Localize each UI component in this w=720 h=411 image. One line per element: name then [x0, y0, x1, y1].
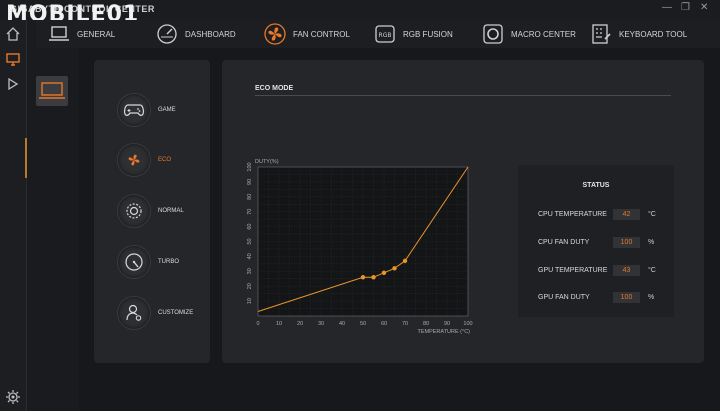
tab-dashboard[interactable]: DASHBOARD [156, 20, 236, 48]
x-tick-label: 0 [256, 321, 259, 327]
mode-panel: GAME ECO NORMAL TURBO CUSTOMIZE [94, 60, 210, 363]
normal-icon [126, 203, 142, 219]
curve-point[interactable] [402, 258, 408, 264]
device-column [27, 20, 79, 411]
y-tick-label: 40 [247, 253, 253, 259]
status-unit: °C [648, 267, 656, 274]
mode-customize[interactable]: CUSTOMIZE [118, 297, 193, 329]
macro-icon [483, 24, 503, 44]
tab-rgb-fusion[interactable]: RGB RGB FUSION [374, 20, 453, 48]
curve-point[interactable] [371, 275, 376, 280]
x-tick-label: 80 [423, 321, 429, 327]
y-tick-label: 70 [247, 209, 253, 215]
gamepad-icon [124, 104, 144, 116]
x-tick-label: 100 [463, 321, 472, 327]
speedometer-icon [125, 253, 143, 271]
device-tile[interactable] [36, 76, 68, 106]
x-tick-label: 90 [444, 321, 450, 327]
y-tick-label: 10 [247, 298, 253, 304]
mode-button[interactable] [118, 94, 150, 126]
mode-button[interactable] [118, 195, 150, 227]
fan-icon [128, 154, 140, 166]
mode-label: TURBO [158, 259, 179, 265]
tab-label: GENERAL [77, 29, 116, 39]
mode-button[interactable] [118, 246, 150, 278]
x-tick-label: 70 [402, 321, 408, 327]
x-tick-label: 40 [339, 321, 345, 327]
mode-button[interactable] [118, 297, 150, 329]
svg-text:RGB: RGB [379, 32, 392, 39]
gauge-icon [157, 24, 177, 44]
status-label: GPU FAN DUTY [538, 294, 590, 301]
mode-title: ECO MODE [255, 85, 294, 92]
restore-icon[interactable]: ❐ [681, 2, 690, 13]
fan-curve-chart[interactable]: 0 10 20 30 40 50 60 70 80 90 100 10 20 30 40 50 60 70 80 90… [240, 150, 480, 340]
status-label: CPU FAN DUTY [538, 239, 590, 246]
status-value: 42 [613, 209, 640, 220]
mode-game[interactable]: GAME [118, 94, 176, 126]
top-nav: GENERAL DASHBOARD FAN CONTROL RGB RGB FU… [36, 20, 720, 48]
left-rail [0, 20, 27, 411]
mode-turbo[interactable]: TURBO [118, 246, 179, 278]
y-tick-label: 20 [247, 283, 253, 289]
settings-icon[interactable] [5, 389, 21, 405]
x-tick-label: 30 [318, 321, 324, 327]
tab-fan-control[interactable]: FAN CONTROL [264, 20, 350, 48]
status-title: STATUS [582, 182, 610, 189]
x-tick-label: 20 [297, 321, 303, 327]
title-bar: GIGABYTE CONTROL CENTER MOBILE01 — ❐ ✕ [0, 0, 720, 27]
divider [255, 95, 671, 96]
minimize-icon[interactable]: — [662, 2, 672, 13]
status-value: 100 [613, 237, 640, 248]
laptop-icon [49, 26, 69, 41]
rgb-icon: RGB [375, 25, 395, 43]
mode-label: ECO [158, 157, 172, 163]
close-icon[interactable]: ✕ [700, 2, 708, 13]
tab-label: MACRO CENTER [511, 29, 576, 39]
laptop-icon [39, 82, 65, 99]
status-unit: % [648, 239, 655, 246]
y-tick-label: 60 [247, 224, 253, 230]
status-unit: °C [648, 211, 656, 218]
y-tick-label: 50 [247, 238, 253, 244]
mode-eco[interactable]: ECO [118, 144, 171, 176]
status-label: CPU TEMPERATURE [538, 211, 607, 218]
mode-button[interactable] [118, 144, 150, 176]
y-tick-label: 100 [247, 162, 253, 171]
tab-label: KEYBOARD TOOL [619, 29, 688, 39]
mode-label: CUSTOMIZE [158, 310, 194, 316]
status-panel: STATUS CPU TEMPERATURE 42 °C CPU FAN DUT… [518, 165, 674, 317]
status-unit: % [648, 294, 655, 301]
home-icon[interactable] [5, 26, 21, 42]
x-tick-label: 50 [360, 321, 366, 327]
mode-label: NORMAL [158, 208, 184, 214]
x-axis-label: TEMPERATURE (°C) [417, 329, 470, 335]
tab-keyboard-tool[interactable]: KEYBOARD TOOL [590, 20, 687, 48]
status-value: 43 [613, 265, 640, 276]
status-value: 100 [613, 292, 640, 303]
y-axis-label: DUTY(%) [255, 159, 279, 165]
keyboard-icon [592, 24, 611, 44]
y-tick-label: 80 [247, 194, 253, 200]
mode-label: GAME [158, 107, 176, 113]
tab-label: DASHBOARD [185, 29, 236, 39]
mode-normal[interactable]: NORMAL [118, 195, 184, 227]
status-label: GPU TEMPERATURE [538, 267, 608, 274]
curve-point[interactable] [381, 270, 387, 275]
x-tick-label: 10 [276, 321, 282, 327]
curve-point[interactable] [360, 275, 366, 280]
x-tick-label: 60 [381, 321, 387, 327]
tab-label: RGB FUSION [403, 29, 453, 39]
tab-general[interactable]: GENERAL [48, 20, 115, 48]
curve-point[interactable] [392, 266, 397, 271]
fan-icon [264, 23, 286, 45]
monitor-icon[interactable] [5, 51, 21, 67]
tab-macro-center[interactable]: MACRO CENTER [482, 20, 576, 48]
expand-icon[interactable] [5, 76, 21, 92]
y-tick-label: 30 [247, 268, 253, 274]
user-icon [126, 304, 142, 321]
y-tick-label: 90 [247, 179, 253, 185]
tab-label: FAN CONTROL [293, 29, 350, 39]
